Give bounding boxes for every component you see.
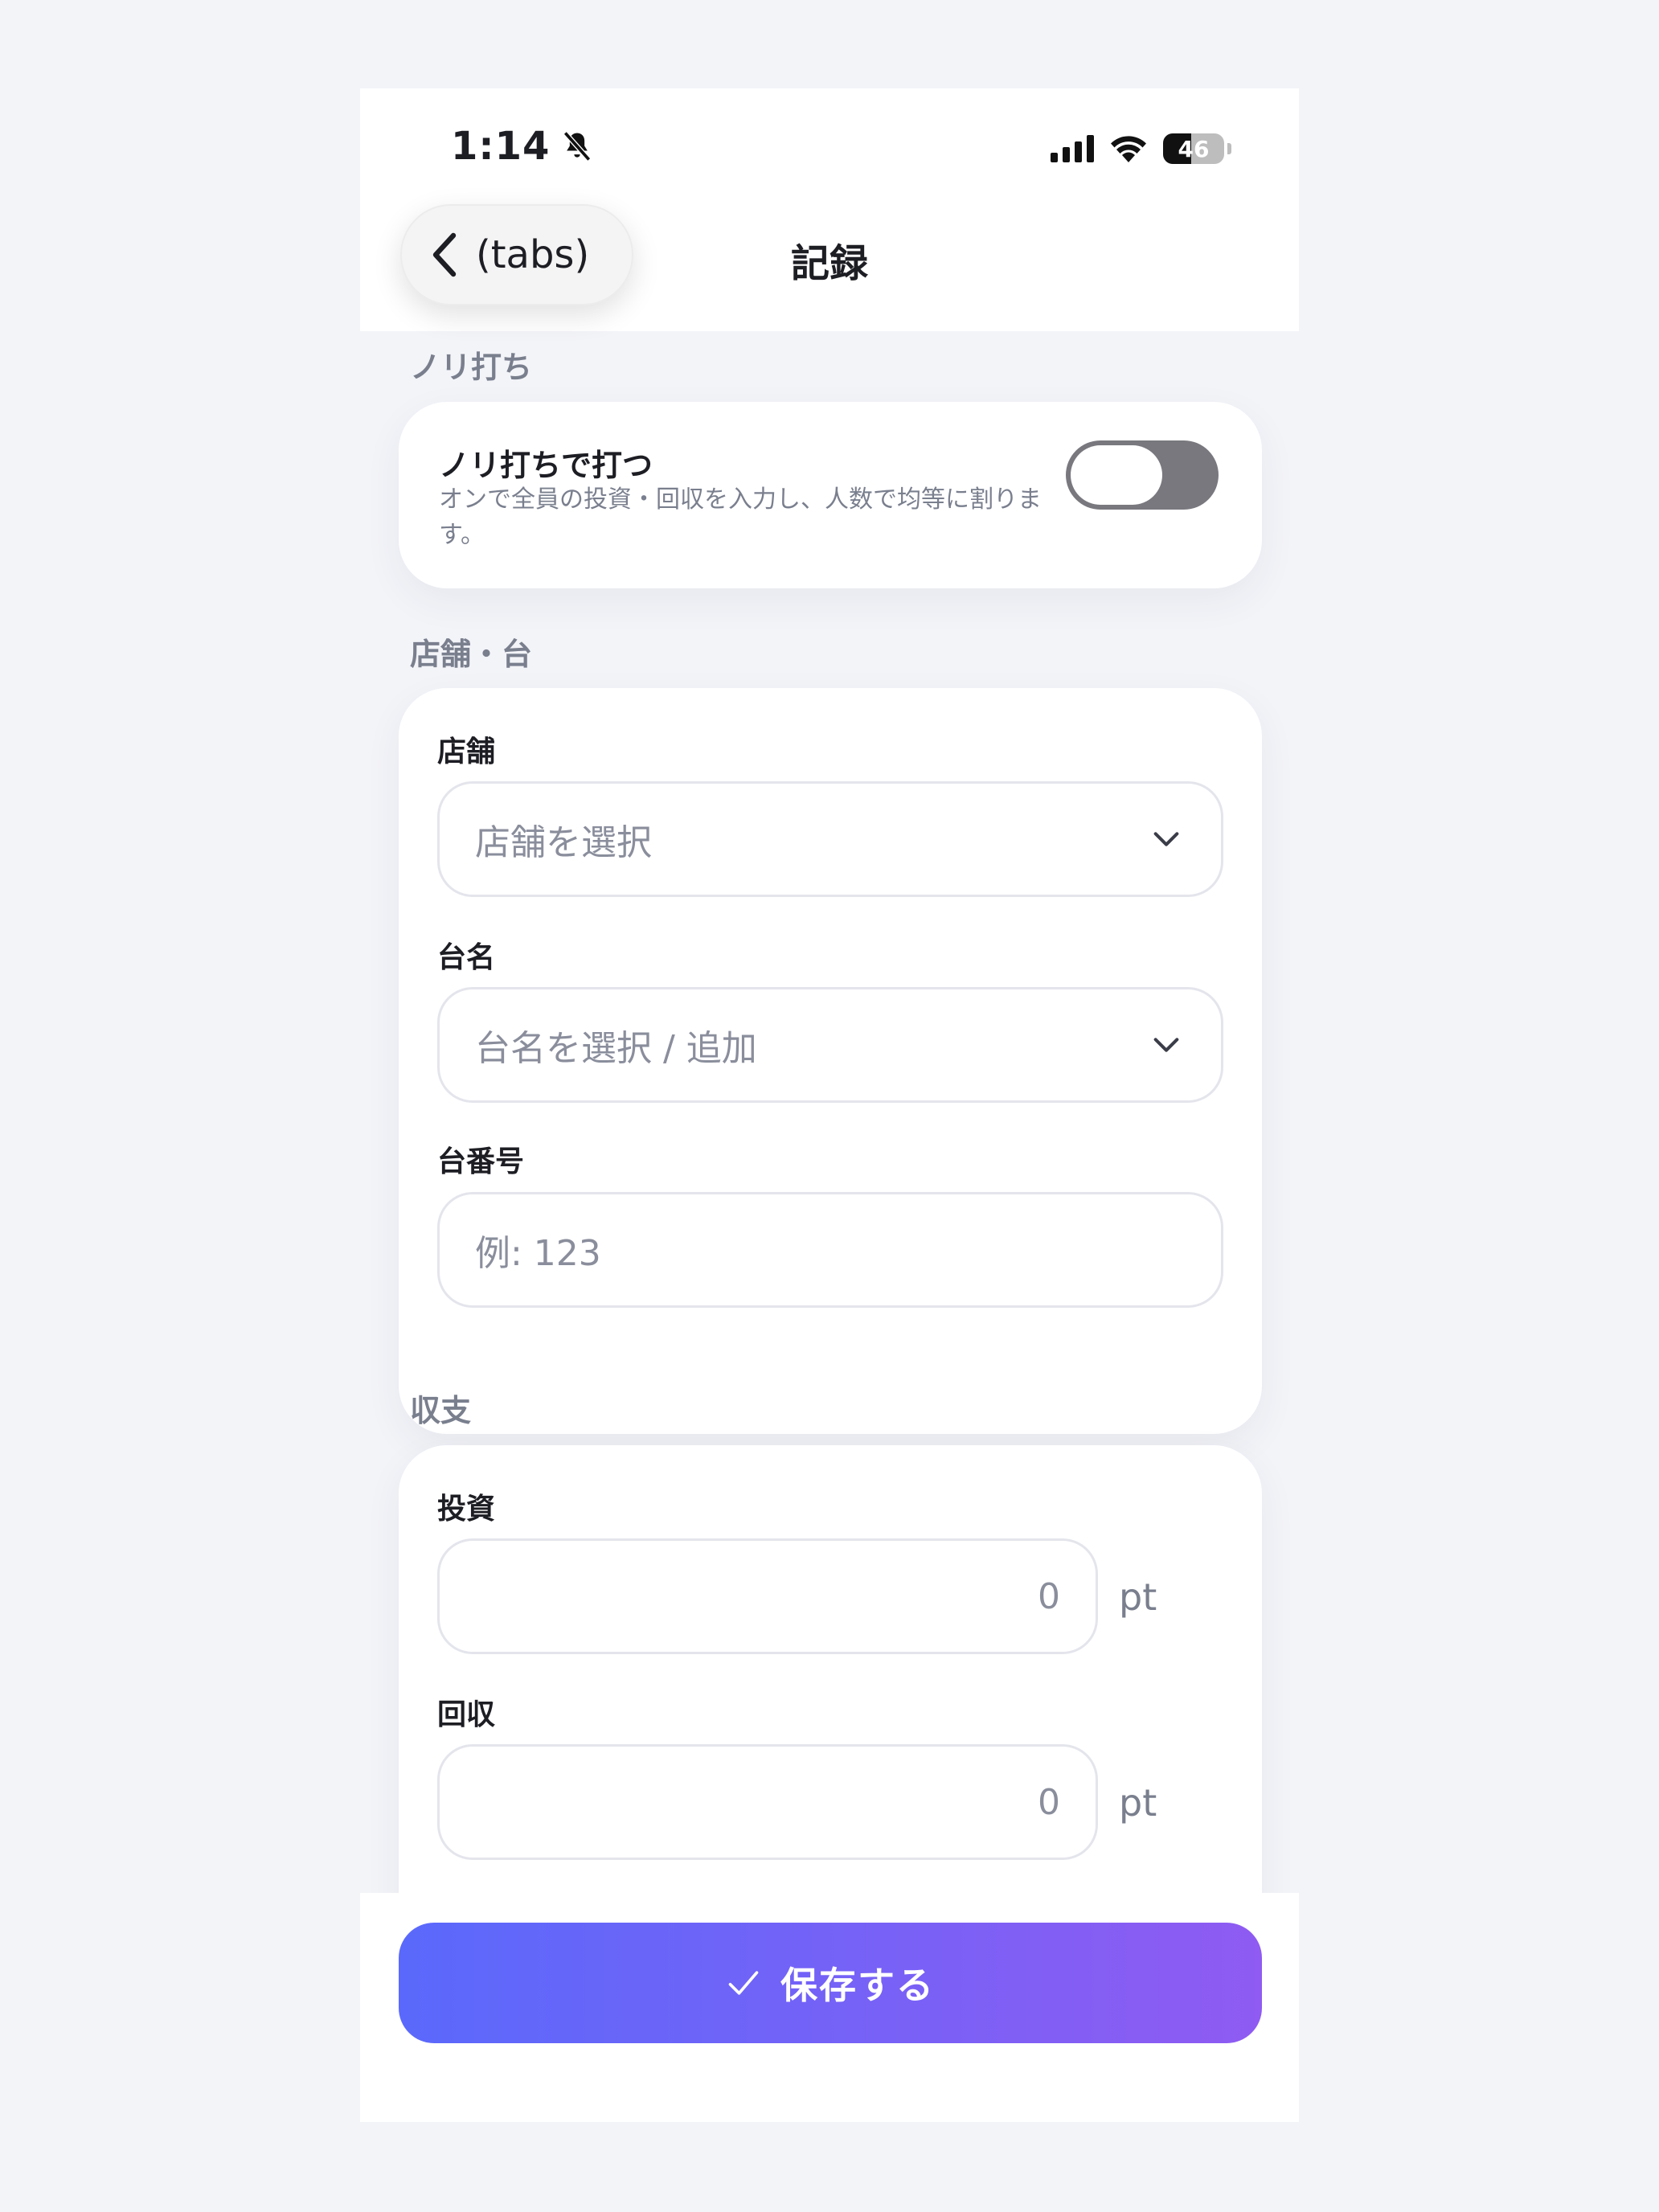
top-bar: 1:14 46 (tabs) 記録	[360, 88, 1299, 331]
return-input[interactable]: 0	[437, 1744, 1098, 1860]
store-field-label: 店舗	[437, 735, 496, 768]
machine-number-placeholder: 例: 123	[475, 1233, 601, 1274]
status-icons: 46	[1051, 133, 1231, 164]
store-select[interactable]: 店舗を選択	[437, 781, 1223, 897]
wifi-icon	[1111, 136, 1146, 162]
group-play-toggle-description: オンで全員の投資・回収を入力し、人数で均等に割ります。	[439, 485, 1042, 549]
section-label-balance: 収支	[410, 1393, 472, 1428]
return-label: 回収	[437, 1698, 496, 1731]
machine-number-label: 台番号	[437, 1145, 525, 1178]
page-title: 記録	[790, 241, 868, 286]
machine-field-label: 台名	[437, 941, 496, 974]
cellular-signal-icon	[1051, 135, 1094, 162]
group-play-toggle-title: ノリ打ちで打つ	[439, 448, 653, 483]
section-label-store: 店舗・台	[410, 637, 533, 672]
machine-number-input[interactable]: 例: 123	[437, 1192, 1223, 1308]
investment-input[interactable]: 0	[437, 1538, 1098, 1654]
battery-icon: 46	[1163, 133, 1224, 164]
investment-label: 投資	[437, 1493, 496, 1526]
toggle-knob	[1071, 445, 1162, 505]
chevron-down-icon	[1153, 832, 1179, 846]
battery-level: 46	[1178, 135, 1210, 162]
return-value: 0	[1038, 1781, 1060, 1823]
return-unit: pt	[1119, 1781, 1157, 1825]
screen: 1:14 46 (tabs) 記録 ノリ打ち ノリ打ちで打つ オンで全員の投資・…	[360, 88, 1299, 2122]
group-play-toggle[interactable]	[1066, 440, 1219, 510]
check-icon	[728, 1971, 759, 1995]
bell-muted-icon	[563, 131, 592, 162]
investment-unit: pt	[1119, 1575, 1157, 1619]
save-button-label: 保存する	[780, 1964, 935, 2007]
status-time: 1:14	[451, 124, 595, 169]
save-button[interactable]: 保存する	[399, 1923, 1262, 2043]
status-time-text: 1:14	[451, 124, 551, 169]
machine-select[interactable]: 台名を選択 / 追加	[437, 987, 1223, 1103]
machine-select-placeholder: 台名を選択 / 追加	[475, 1028, 757, 1069]
store-select-placeholder: 店舗を選択	[475, 822, 652, 863]
store-card: 店舗 店舗を選択 台名 台名を選択 / 追加 台番号 例: 123	[399, 688, 1262, 1434]
section-label-group-play: ノリ打ち	[410, 350, 533, 385]
investment-value: 0	[1038, 1575, 1060, 1617]
group-play-card: ノリ打ちで打つ オンで全員の投資・回収を入力し、人数で均等に割ります。	[399, 402, 1262, 588]
battery-tip	[1227, 143, 1231, 154]
bottom-bar: 保存する	[360, 1893, 1299, 2122]
chevron-down-icon	[1153, 1038, 1179, 1052]
